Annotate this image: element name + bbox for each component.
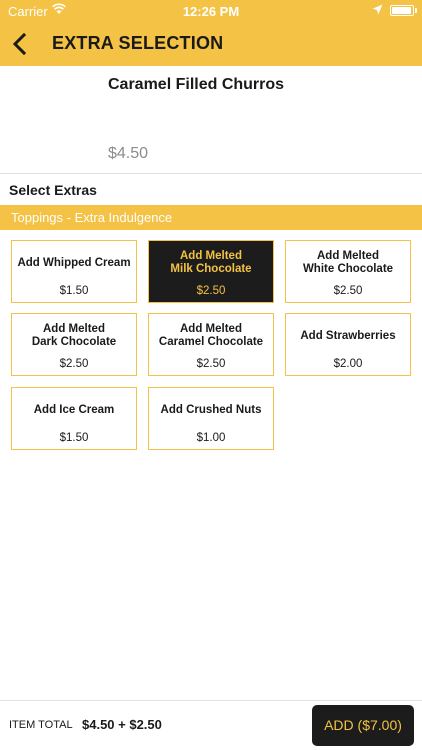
option-label: Add Crushed Nuts (160, 403, 262, 416)
option-label: Add Whipped Cream (17, 256, 131, 269)
clock: 12:26 PM (182, 4, 240, 19)
option-label: Add Melted Caramel Chocolate (158, 323, 264, 348)
option-white-chocolate[interactable]: Add Melted White Chocolate $2.50 (285, 240, 411, 303)
page-title: EXTRA SELECTION (52, 33, 224, 53)
option-price: $2.50 (333, 285, 363, 297)
option-whipped-cream[interactable]: Add Whipped Cream $1.50 (11, 240, 137, 303)
option-price: $2.50 (59, 358, 89, 370)
divider (0, 173, 422, 174)
product-name: Caramel Filled Churros (108, 76, 285, 93)
section-title: Select Extras (9, 182, 97, 198)
option-label: Add Ice Cream (33, 403, 115, 416)
battery-tip (415, 8, 417, 13)
option-price: $1.50 (59, 432, 89, 444)
option-strawberries[interactable]: Add Strawberries $2.00 (285, 313, 411, 376)
option-price: $2.00 (333, 358, 363, 370)
option-label: Add Melted Dark Chocolate (31, 323, 117, 348)
option-price: $1.00 (196, 432, 226, 444)
add-to-order-button[interactable]: ADD ($7.00) (312, 705, 414, 746)
option-crushed-nuts[interactable]: Add Crushed Nuts $1.00 (148, 387, 274, 450)
option-ice-cream[interactable]: Add Ice Cream $1.50 (11, 387, 137, 450)
product-price: $4.50 (108, 145, 149, 162)
app-header: Carrier 12:26 PM EXTRA SELECTION (0, 0, 422, 66)
option-dark-chocolate[interactable]: Add Melted Dark Chocolate $2.50 (11, 313, 137, 376)
status-bar: Carrier 12:26 PM (0, 0, 422, 22)
chevron-left-icon (12, 32, 27, 56)
option-price: $1.50 (59, 285, 89, 297)
option-label: Add Melted White Chocolate (302, 250, 394, 275)
item-total-label: ITEM TOTAL (9, 719, 73, 731)
location-arrow-icon (372, 4, 383, 15)
option-label: Add Melted Milk Chocolate (170, 250, 252, 275)
item-total-value: $4.50 + $2.50 (82, 717, 162, 732)
option-price: $2.50 (196, 358, 226, 370)
category-header: Toppings - Extra Indulgence (0, 205, 422, 230)
battery-icon (390, 5, 414, 16)
back-button[interactable] (8, 30, 32, 58)
footer-bar: ITEM TOTAL $4.50 + $2.50 ADD ($7.00) (0, 700, 422, 750)
option-price: $2.50 (196, 285, 226, 297)
option-label: Add Strawberries (300, 329, 396, 342)
option-milk-chocolate[interactable]: Add Melted Milk Chocolate $2.50 (148, 240, 274, 303)
option-caramel-chocolate[interactable]: Add Melted Caramel Chocolate $2.50 (148, 313, 274, 376)
